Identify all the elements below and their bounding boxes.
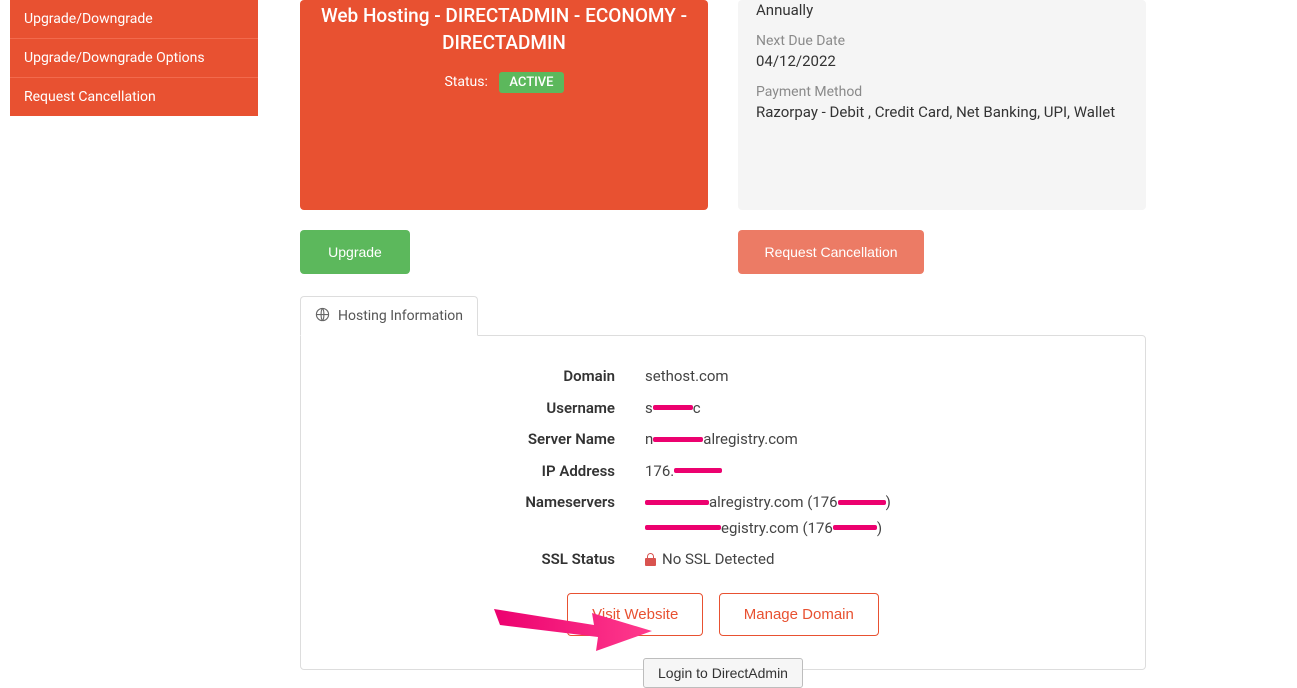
request-cancellation-button[interactable]: Request Cancellation: [738, 230, 924, 274]
server-name-label: Server Name: [325, 427, 645, 453]
visit-website-button[interactable]: Visit Website: [567, 593, 703, 636]
domain-value: sethost.com: [645, 364, 1121, 390]
ip-address-label: IP Address: [325, 459, 645, 485]
manage-domain-button[interactable]: Manage Domain: [719, 593, 879, 636]
ssl-status-value: No SSL Detected: [645, 547, 1121, 573]
ns1-mid: alregistry.com (176: [709, 493, 838, 511]
hosting-info-panel: Domain sethost.com Username sc Server Na…: [300, 335, 1146, 670]
tab-label: Hosting Information: [338, 308, 463, 324]
tab-hosting-information[interactable]: Hosting Information: [300, 296, 478, 336]
redaction: [653, 437, 703, 442]
sidebar-item-upgrade-downgrade-options[interactable]: Upgrade/Downgrade Options: [10, 39, 258, 78]
billing-info-card: Billing Cycle Annually Next Due Date 04/…: [738, 0, 1146, 210]
username-suffix: c: [693, 399, 701, 417]
sidebar-item-label: Upgrade/Downgrade: [24, 11, 153, 27]
payment-method-label: Payment Method: [756, 84, 1128, 100]
sidebar: Upgrade/Downgrade Upgrade/Downgrade Opti…: [10, 0, 258, 116]
ns1-suffix: ): [886, 493, 891, 511]
ip-prefix: 176.: [645, 462, 674, 480]
ssl-status-text: No SSL Detected: [662, 547, 774, 573]
nameservers-value: alregistry.com (176) egistry.com (176): [645, 490, 1121, 541]
sidebar-item-label: Upgrade/Downgrade Options: [24, 50, 205, 66]
status-label: Status:: [444, 74, 487, 90]
panel-buttons: Visit Website Manage Domain: [325, 593, 1121, 636]
sidebar-item-request-cancellation[interactable]: Request Cancellation: [10, 78, 258, 116]
lock-icon: [645, 553, 656, 566]
payment-method-value: Razorpay - Debit , Credit Card, Net Bank…: [756, 103, 1128, 121]
redaction: [645, 525, 721, 530]
redaction: [653, 405, 693, 410]
globe-icon: [315, 307, 330, 326]
server-name-value: n alregistry.com: [645, 427, 1121, 453]
redaction: [838, 500, 886, 505]
server-prefix: n: [645, 430, 653, 448]
server-suffix: alregistry.com: [703, 430, 797, 448]
next-due-label: Next Due Date: [756, 33, 1128, 49]
status-badge: ACTIVE: [499, 72, 563, 93]
billing-cycle-value: Annually: [756, 1, 1128, 19]
upgrade-button[interactable]: Upgrade: [300, 230, 410, 274]
ns2-mid: egistry.com (176: [721, 519, 833, 537]
sidebar-item-upgrade-downgrade[interactable]: Upgrade/Downgrade: [10, 0, 258, 39]
product-card: Web Hosting - DIRECTADMIN - ECONOMY - DI…: [300, 0, 708, 210]
redaction: [833, 525, 877, 530]
username-value: sc: [645, 396, 1121, 422]
redaction: [645, 500, 709, 505]
domain-label: Domain: [325, 364, 645, 390]
nameservers-label: Nameservers: [325, 490, 645, 541]
product-title: Web Hosting - DIRECTADMIN - ECONOMY - DI…: [320, 0, 688, 56]
next-due-value: 04/12/2022: [756, 52, 1128, 70]
status-row: Status: ACTIVE: [320, 72, 688, 93]
sidebar-item-label: Request Cancellation: [24, 89, 156, 105]
ip-address-value: 176.: [645, 459, 1121, 485]
ssl-status-label: SSL Status: [325, 547, 645, 573]
redaction: [674, 468, 722, 473]
username-label: Username: [325, 396, 645, 422]
ns2-suffix: ): [877, 519, 882, 537]
username-prefix: s: [645, 399, 653, 417]
login-directadmin-row: Login to DirectAdmin: [325, 658, 1121, 688]
login-directadmin-button[interactable]: Login to DirectAdmin: [643, 658, 803, 688]
